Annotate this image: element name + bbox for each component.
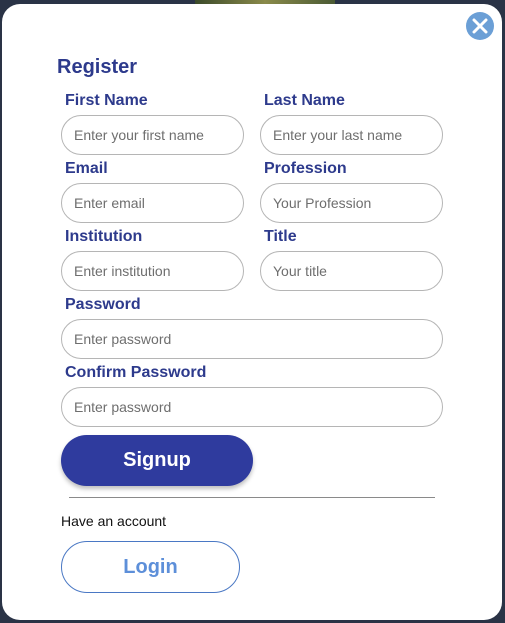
institution-input[interactable] bbox=[61, 251, 244, 291]
email-input[interactable] bbox=[61, 183, 244, 223]
title-input[interactable] bbox=[260, 251, 443, 291]
confirm-password-label: Confirm Password bbox=[65, 364, 207, 381]
profession-input[interactable] bbox=[260, 183, 443, 223]
password-label: Password bbox=[65, 296, 141, 313]
confirm-password-input[interactable] bbox=[61, 387, 443, 427]
register-modal: Register First Name Last Name Email Prof… bbox=[2, 4, 502, 620]
last-name-label: Last Name bbox=[264, 92, 345, 109]
institution-label: Institution bbox=[65, 228, 143, 245]
title-label: Title bbox=[264, 228, 297, 245]
email-label: Email bbox=[65, 160, 108, 177]
password-input[interactable] bbox=[61, 319, 443, 359]
first-name-label: First Name bbox=[65, 92, 148, 109]
first-name-input[interactable] bbox=[61, 115, 244, 155]
have-account-text: Have an account bbox=[61, 513, 167, 529]
login-button[interactable]: Login bbox=[61, 541, 240, 593]
profession-label: Profession bbox=[264, 160, 347, 177]
close-icon bbox=[472, 18, 488, 34]
signup-button[interactable]: Signup bbox=[61, 435, 253, 486]
close-button[interactable] bbox=[466, 12, 494, 40]
form-title: Register bbox=[57, 56, 138, 78]
last-name-input[interactable] bbox=[260, 115, 443, 155]
divider bbox=[69, 497, 435, 498]
